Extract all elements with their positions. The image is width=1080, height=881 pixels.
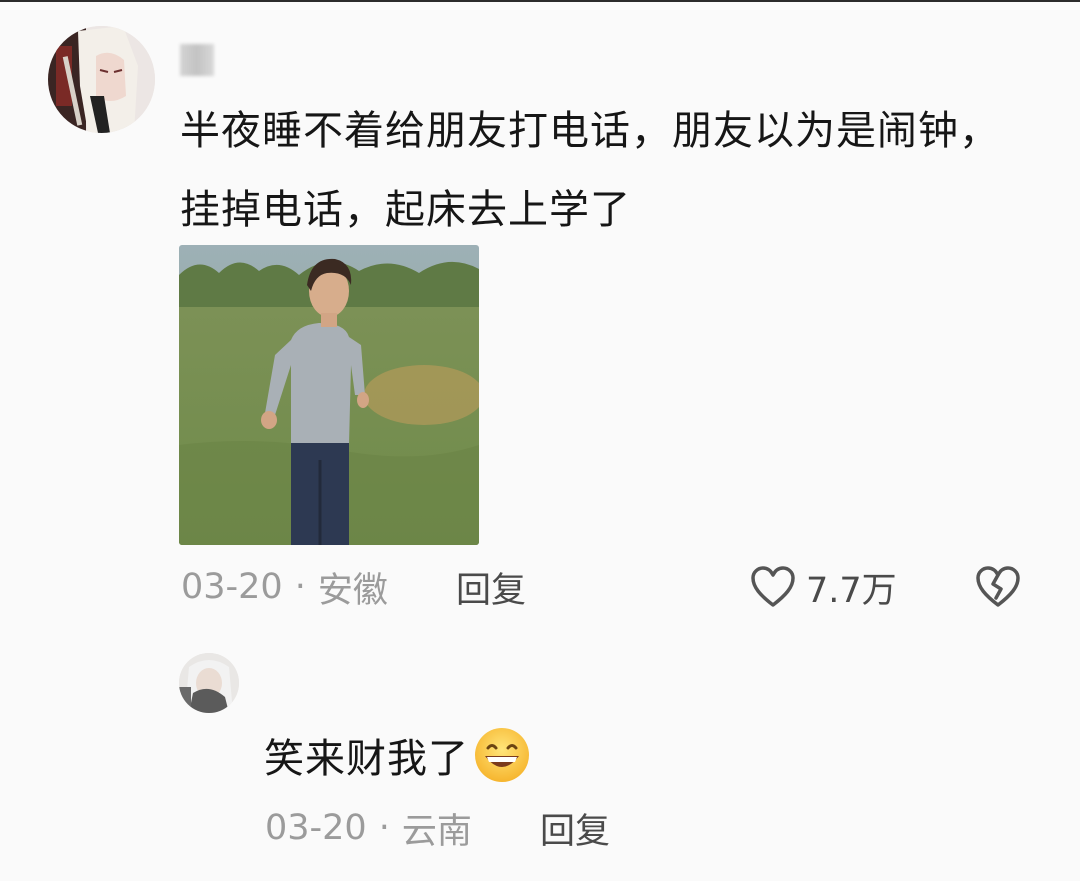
like-button[interactable]: 7.7万: [750, 562, 897, 612]
grinning-face-icon: [475, 728, 529, 782]
reply-text: 笑来财我了: [264, 736, 469, 782]
meta-separator: ·: [294, 567, 306, 607]
broken-heart-icon: [976, 566, 1020, 607]
man-in-field-image: [179, 245, 479, 545]
comment-date: 03-20: [181, 567, 283, 607]
reply-location: 云南: [401, 811, 472, 852]
comment-location: 安徽: [317, 570, 388, 611]
heart-icon: [751, 566, 795, 607]
comment-meta: 03-20 · 安徽: [181, 562, 388, 612]
dislike-button[interactable]: [975, 564, 1021, 610]
reply-avatar[interactable]: [179, 653, 239, 713]
commenter-avatar[interactable]: [48, 26, 155, 133]
anime-avatar-icon: [48, 26, 155, 133]
comment-text: 半夜睡不着给朋友打电话，朋友以为是闹钟，挂掉电话，起床去上学了: [180, 108, 1000, 233]
reply-button[interactable]: 回复: [456, 562, 526, 612]
username-blurred: [180, 44, 214, 76]
like-count: 7.7万: [806, 570, 897, 611]
reply-reply-button[interactable]: 回复: [540, 803, 610, 853]
reply-meta: 03-20 · 云南: [265, 803, 472, 853]
reply-text-row: 笑来财我了: [264, 725, 531, 785]
top-divider: [0, 0, 1080, 2]
reply-avatar-icon: [179, 653, 239, 713]
comment-image[interactable]: [179, 245, 479, 545]
meta-separator: ·: [378, 808, 390, 848]
reply-date: 03-20: [265, 808, 367, 848]
